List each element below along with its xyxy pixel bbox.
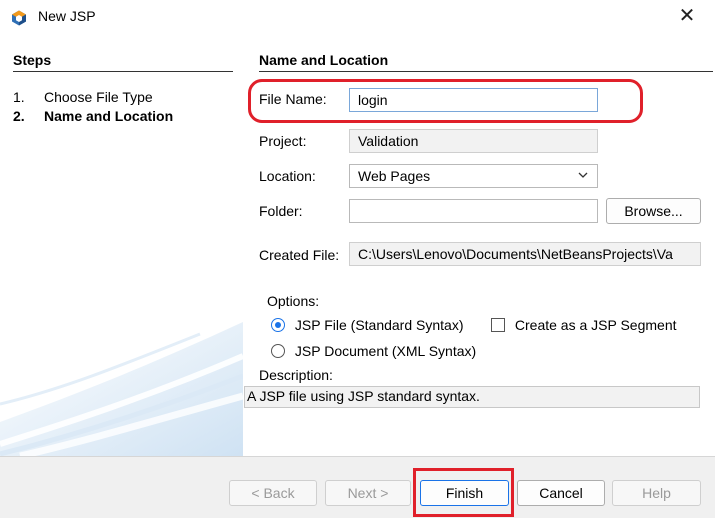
created-file-field: C:\Users\Lenovo\Documents\NetBeansProjec… — [349, 242, 701, 266]
step-label: Choose File Type — [44, 89, 153, 105]
options-label: Options: — [267, 293, 320, 309]
help-button[interactable]: Help — [612, 480, 701, 506]
location-select[interactable]: Web Pages — [349, 164, 598, 188]
created-file-label: Created File: — [259, 247, 340, 263]
cancel-button[interactable]: Cancel — [517, 480, 605, 506]
jsp-document-radio[interactable]: JSP Document (XML Syntax) — [271, 343, 476, 359]
step-number: 1. — [13, 89, 25, 105]
section-divider — [259, 71, 713, 72]
window-title: New JSP — [38, 8, 96, 24]
location-select-value: Web Pages — [358, 168, 431, 184]
step-item-name-and-location: 2. Name and Location — [13, 108, 173, 124]
title-bar — [0, 0, 715, 34]
back-button[interactable]: < Back — [229, 480, 317, 506]
finish-highlight — [413, 468, 514, 517]
file-name-highlight — [248, 79, 643, 123]
folder-input[interactable] — [349, 199, 598, 223]
chevron-down-icon — [577, 168, 589, 186]
radio-selected-icon — [271, 318, 285, 332]
steps-title: Steps — [13, 52, 52, 68]
step-item-choose-file-type: 1. Choose File Type — [13, 89, 153, 105]
jsp-segment-checkbox-label: Create as a JSP Segment — [514, 317, 677, 333]
close-button[interactable]: ✕ — [676, 4, 698, 28]
checkbox-unchecked-icon — [491, 318, 505, 332]
location-label: Location: — [259, 168, 316, 184]
netbeans-cube-icon — [12, 10, 26, 26]
jsp-file-radio-label: JSP File (Standard Syntax) — [294, 317, 464, 333]
jsp-document-radio-label: JSP Document (XML Syntax) — [294, 343, 477, 359]
steps-divider — [13, 71, 233, 72]
description-label: Description: — [259, 367, 333, 383]
steps-panel: Steps 1. Choose File Type 2. Name and Loca… — [0, 44, 243, 456]
decorative-wave-graphic — [0, 322, 243, 456]
jsp-file-radio[interactable]: JSP File (Standard Syntax) — [271, 317, 464, 333]
jsp-segment-checkbox[interactable]: Create as a JSP Segment — [491, 317, 677, 333]
section-title: Name and Location — [259, 52, 389, 68]
project-label: Project: — [259, 133, 307, 149]
radio-unselected-icon — [271, 344, 285, 358]
project-field: Validation — [349, 129, 598, 153]
step-label: Name and Location — [44, 108, 174, 124]
folder-label: Folder: — [259, 203, 303, 219]
next-button[interactable]: Next > — [325, 480, 411, 506]
description-text: A JSP file using JSP standard syntax. — [244, 386, 700, 408]
browse-button[interactable]: Browse... — [606, 198, 701, 224]
step-number: 2. — [13, 108, 25, 124]
